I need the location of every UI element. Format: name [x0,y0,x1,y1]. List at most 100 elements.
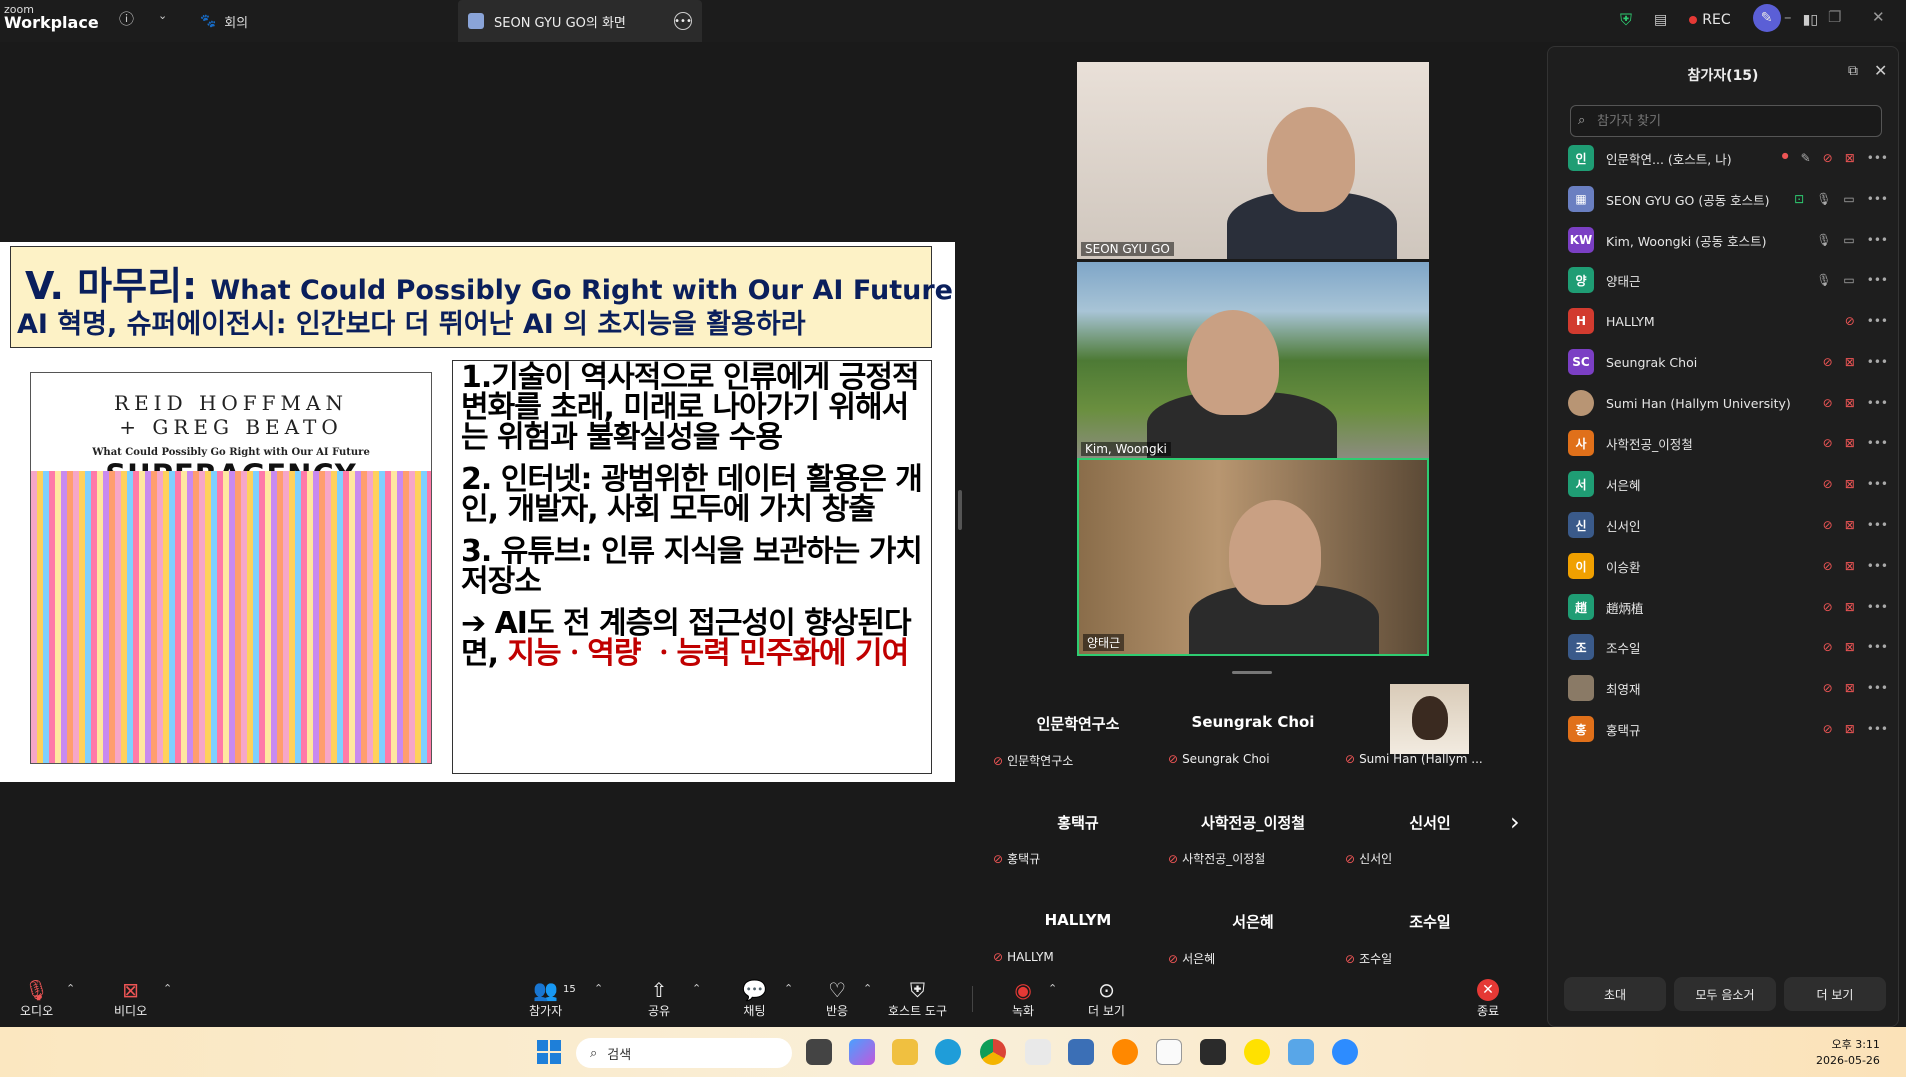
end-button[interactable]: ✕ 종료 [1477,978,1499,1019]
participant-row[interactable]: 조 조수일 ⊘ ⊠ ••• [1568,632,1888,662]
edge-icon[interactable] [935,1039,961,1065]
zoom-app-icon[interactable] [1332,1039,1358,1065]
chevron-up-icon[interactable]: ⌃ [1048,982,1057,995]
more-icon[interactable]: ••• [1867,192,1888,206]
participant-row[interactable]: 이 이승환 ⊘ ⊠ ••• [1568,551,1888,581]
participant-row[interactable]: SC Seungrak Choi ⊘ ⊠ ••• [1568,347,1888,377]
more-icon[interactable]: ••• [1867,314,1888,328]
more-icon[interactable]: ••• [1867,355,1888,369]
pop-out-icon[interactable]: ⧉ [1848,63,1858,79]
audio-button[interactable]: 🎙 오디오 [20,978,53,1019]
participant-row[interactable]: 서 서은혜 ⊘ ⊠ ••• [1568,469,1888,499]
participant-row[interactable]: ▦ SEON GYU GO (공동 호스트) ⊡ 🎙 ▭ ••• [1568,184,1888,214]
task-view-icon[interactable] [806,1039,832,1065]
chevron-down-icon[interactable]: ⌄ [158,9,167,22]
more-icon[interactable]: ••• [1867,396,1888,410]
chevron-up-icon[interactable]: ⌃ [784,982,793,995]
search-app-icon[interactable] [1112,1039,1138,1065]
chevron-up-icon[interactable]: ⌃ [163,982,172,995]
globe-app-icon[interactable] [1288,1039,1314,1065]
snipping-tool-icon[interactable] [1025,1039,1051,1065]
more-options-button[interactable]: 더 보기 [1784,977,1886,1011]
chrome-icon[interactable] [980,1039,1006,1065]
tab-screen-share[interactable]: SEON GYU GO의 화면 ••• [458,0,702,42]
annotate-icon[interactable]: ✎ [1752,4,1781,32]
video-button[interactable]: ⊠ 비디오 [114,978,147,1019]
mute-all-button[interactable]: 모두 음소거 [1674,977,1776,1011]
chevron-up-icon[interactable]: ⌃ [594,982,603,995]
record-button[interactable]: ◉ 녹화 [1012,978,1034,1019]
file-explorer-icon[interactable] [892,1039,918,1065]
gallery-tile[interactable]: ⊘ Seungrak Choi [1168,752,1270,766]
reactions-button[interactable]: ♡ 반응 [826,978,848,1019]
more-button[interactable]: ⊙ 더 보기 [1088,978,1125,1019]
participant-row[interactable]: 인 인문학연... (호스트, 나) ● ✎ ⊘ ⊠ ••• [1568,143,1888,173]
gallery-tile[interactable]: ⊘ Sumi Han (Hallym ... [1345,752,1483,766]
participant-row[interactable]: 홍 홍택규 ⊘ ⊠ ••• [1568,714,1888,744]
participant-row[interactable]: 양 양태근 🎙 ▭ ••• [1568,265,1888,295]
participant-row[interactable]: 趙 趙炳植 ⊘ ⊠ ••• [1568,592,1888,622]
gallery-tile[interactable]: ⊘ 조수일 [1345,950,1392,967]
tab-meeting[interactable]: 🐾 회의 [200,8,248,34]
more-icon[interactable]: ••• [1867,640,1888,654]
more-icon[interactable]: ••• [1867,600,1888,614]
more-icon[interactable]: ••• [1867,518,1888,532]
video-tile-seon-gyu-go[interactable]: SEON GYU GO [1077,62,1429,259]
info-icon[interactable]: ⓘ [119,8,134,29]
close-window-icon[interactable]: ✕ [1872,8,1885,26]
more-icon[interactable]: ••• [1867,233,1888,247]
resize-handle[interactable] [958,490,962,530]
gallery-tile[interactable]: ⊘ 인문학연구소 [993,752,1073,769]
video-splitter[interactable] [1232,671,1272,674]
kakaotalk-icon[interactable] [1244,1039,1270,1065]
chevron-up-icon[interactable]: ⌃ [863,982,872,995]
participant-row[interactable]: Sumi Han (Hallym University) ⊘ ⊠ ••• [1568,388,1888,418]
more-icon[interactable]: ••• [1867,559,1888,573]
mic-off-icon: ⊘ [1822,518,1833,532]
more-icon[interactable]: ••• [1867,722,1888,736]
notes-icon[interactable]: ▤ [1654,12,1667,28]
app-icon[interactable] [1068,1039,1094,1065]
chevron-right-icon[interactable]: › [1510,808,1520,836]
book-cover: REID HOFFMAN + GREG BEATO What Could Pos… [30,372,432,764]
participant-row[interactable]: KW Kim, Woongki (공동 호스트) 🎙 ▭ ••• [1568,225,1888,255]
participants-button[interactable]: 👥 참가자 [529,978,562,1019]
video-tile-yang-taegeun[interactable]: 양태근 [1077,458,1429,656]
close-icon[interactable]: ✕ [1874,61,1887,80]
gallery-tile[interactable]: ⊘ 사학전공_이정철 [1168,850,1265,867]
windows-start-icon[interactable] [537,1040,561,1064]
video-tile-kim-woongki[interactable]: Kim, Woongki [1077,262,1429,459]
gallery-tile[interactable]: ⊘ 홍택규 [993,850,1040,867]
participant-row[interactable]: H HALLYM ⊘ ••• [1568,306,1888,336]
gallery-tile[interactable]: ⊘ 신서인 [1345,850,1392,867]
more-icon[interactable]: ••• [1867,273,1888,287]
minimize-icon[interactable]: – [1784,8,1792,26]
more-icon[interactable]: ••• [674,12,692,30]
gallery-tile[interactable]: ⊘ HALLYM [993,950,1054,964]
gallery-tile[interactable]: ⊘ 서은혜 [1168,950,1215,967]
host-tools-button[interactable]: ⛨ 호스트 도구 [888,978,947,1019]
copilot-icon[interactable] [849,1039,875,1065]
chevron-up-icon[interactable]: ⌃ [692,982,701,995]
slide-text-box: 1.기술이 역사적으로 인류에게 긍정적 변화를 초래, 미래로 나아가기 위해… [452,360,932,774]
chat-button[interactable]: 💬 채팅 [742,978,767,1019]
participant-search-input[interactable] [1570,105,1882,137]
taskbar-search[interactable]: ⌕ 검색 [576,1038,792,1068]
sticky-notes-icon[interactable] [1200,1039,1226,1065]
share-button[interactable]: ⇧ 공유 [648,978,670,1019]
invite-button[interactable]: 초대 [1564,977,1666,1011]
participant-row[interactable]: 신 신서인 ⊘ ⊠ ••• [1568,510,1888,540]
more-icon[interactable]: ••• [1867,477,1888,491]
more-icon[interactable]: ••• [1867,681,1888,695]
participant-row[interactable]: 사 사학전공_이정철 ⊘ ⊠ ••• [1568,428,1888,458]
more-icon[interactable]: ••• [1867,436,1888,450]
participant-row[interactable]: 최영재 ⊘ ⊠ ••• [1568,673,1888,703]
rec-indicator[interactable]: REC [1689,12,1731,28]
shield-icon[interactable]: ⛨ [1620,10,1632,30]
document-icon[interactable] [1156,1039,1182,1065]
layout-icon[interactable]: ▮▯ [1803,12,1818,28]
maximize-icon[interactable]: ❐ [1828,8,1841,26]
chevron-up-icon[interactable]: ⌃ [66,982,75,995]
taskbar-clock[interactable]: 오후 3:11 2026-05-26 [1816,1037,1880,1069]
more-icon[interactable]: ••• [1867,151,1888,165]
